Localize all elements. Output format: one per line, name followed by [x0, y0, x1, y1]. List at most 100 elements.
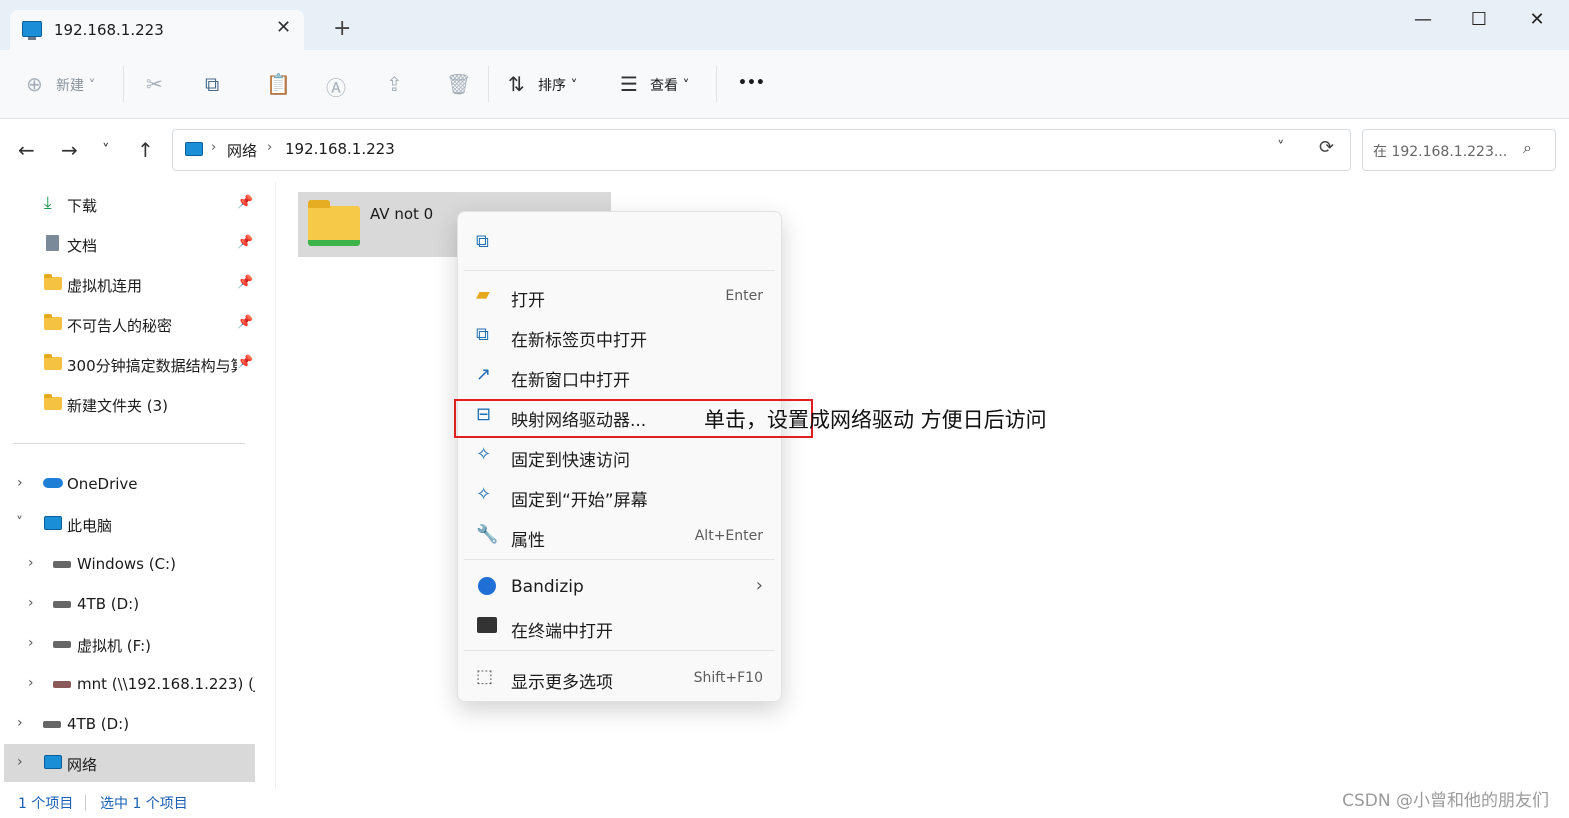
- menu-item-open-terminal[interactable]: 在终端中打开: [458, 606, 781, 646]
- drive-icon: [43, 721, 61, 728]
- menu-item-pin-quick-access[interactable]: ✧ 固定到快速访问: [458, 435, 781, 475]
- chevron-right-icon[interactable]: ›: [17, 715, 23, 731]
- sidebar-item-documents[interactable]: 文档 📌: [0, 225, 260, 263]
- more-button[interactable]: •••: [738, 75, 765, 91]
- chevron-right-icon[interactable]: ›: [17, 475, 23, 491]
- sidebar-item-network[interactable]: › 网络: [4, 744, 255, 782]
- new-tab-icon: ⧉: [476, 324, 489, 345]
- menu-item-bandizip[interactable]: Bandizip ›: [458, 566, 781, 606]
- cut-icon[interactable]: ✂: [146, 72, 163, 96]
- pin-icon[interactable]: 📌: [237, 275, 253, 290]
- sidebar-item-drive-c[interactable]: › Windows (C:): [0, 545, 260, 583]
- sidebar-item-downloads[interactable]: ⤓ 下载 📌: [0, 185, 260, 223]
- menu-item-open-new-window[interactable]: ↗ 在新窗口中打开: [458, 355, 781, 395]
- menu-item-open-new-tab[interactable]: ⧉ 在新标签页中打开: [458, 315, 781, 355]
- drive-icon: [53, 561, 71, 568]
- refresh-icon[interactable]: ⟳: [1319, 137, 1334, 158]
- pin-icon[interactable]: 📌: [237, 355, 253, 370]
- sidebar-item-label: 新建文件夹 (3): [67, 397, 169, 415]
- tab-title: 192.168.1.223: [54, 21, 164, 39]
- new-label: 新建: [56, 78, 84, 94]
- forward-icon[interactable]: →: [61, 138, 78, 162]
- copy-icon[interactable]: ⧉: [205, 72, 219, 96]
- menu-divider: [464, 559, 775, 560]
- pin-icon[interactable]: 📌: [237, 315, 253, 330]
- chevron-right-icon[interactable]: ›: [28, 635, 34, 651]
- view-button[interactable]: 查看 ˅: [650, 75, 689, 95]
- sort-button[interactable]: 排序 ˅: [538, 75, 577, 95]
- sidebar-item-label: 此电脑: [67, 517, 113, 535]
- breadcrumb-host[interactable]: 192.168.1.223: [285, 140, 395, 158]
- sidebar-item-label: 4TB (D:): [77, 595, 140, 613]
- pin-icon[interactable]: 📌: [237, 195, 253, 210]
- menu-item-open[interactable]: ▰ 打开 Enter: [458, 275, 781, 315]
- sidebar-item-label: 虚拟机连用: [67, 277, 143, 295]
- sidebar-item-drive-d-2[interactable]: › 4TB (D:): [0, 705, 260, 743]
- rename-icon[interactable]: Ⓐ: [326, 72, 346, 101]
- menu-item-label: 在新窗口中打开: [511, 371, 630, 391]
- paste-icon[interactable]: 📋: [266, 72, 291, 96]
- maximize-button[interactable]: ☐: [1464, 9, 1494, 30]
- toolbar-divider: [716, 66, 717, 102]
- up-icon[interactable]: ↑: [137, 138, 154, 162]
- tab-close-button[interactable]: ✕: [276, 17, 291, 38]
- wrench-icon: 🔧: [476, 524, 499, 545]
- sidebar-divider: [13, 443, 245, 444]
- minimize-button[interactable]: —: [1408, 9, 1438, 30]
- search-box[interactable]: 在 192.168.1.223... ⌕: [1362, 129, 1556, 171]
- sidebar-item-drive-d[interactable]: › 4TB (D:): [0, 585, 260, 623]
- menu-item-show-more-options[interactable]: ⬚ 显示更多选项 Shift+F10: [458, 657, 781, 697]
- delete-icon[interactable]: 🗑: [446, 72, 471, 96]
- chevron-right-icon: ›: [267, 140, 273, 155]
- chevron-right-icon[interactable]: ›: [17, 754, 23, 770]
- folder-icon: [44, 354, 62, 370]
- menu-item-shortcut: Enter: [725, 288, 763, 304]
- folder-icon: [44, 314, 62, 330]
- copy-icon[interactable]: ⧉: [476, 231, 489, 252]
- sidebar-item-network-drive[interactable]: › mnt (\\192.168.1.223) (J:): [0, 665, 260, 703]
- selected-count: 选中 1 个项目: [100, 796, 188, 812]
- sidebar-item-label: mnt (\\192.168.1.223) (J:): [77, 675, 255, 693]
- menu-item-shortcut: Alt+Enter: [694, 528, 763, 544]
- sidebar-item-this-pc[interactable]: ˅ 此电脑: [0, 505, 260, 543]
- new-button[interactable]: 新建 ˅: [56, 75, 95, 95]
- drive-icon: [53, 641, 71, 648]
- sidebar-item-drive-f[interactable]: › 虚拟机 (F:): [0, 625, 260, 663]
- menu-item-properties[interactable]: 🔧 属性 Alt+Enter: [458, 515, 781, 555]
- chevron-right-icon[interactable]: ›: [28, 555, 34, 571]
- folder-name: AV not 0: [370, 205, 434, 223]
- sidebar-item-folder[interactable]: 不可告人的秘密 📌: [0, 305, 260, 343]
- pin-icon: ✧: [476, 444, 492, 465]
- recent-chevron-down-icon[interactable]: ˅: [102, 141, 110, 159]
- sidebar-item-folder[interactable]: 虚拟机连用 📌: [0, 265, 260, 303]
- close-button[interactable]: ✕: [1522, 9, 1552, 30]
- pc-icon: [185, 142, 203, 156]
- share-icon[interactable]: ⇪: [386, 72, 403, 96]
- sidebar-item-label: 文档: [67, 237, 98, 255]
- chevron-down-icon[interactable]: ˅: [16, 515, 23, 531]
- menu-item-label: 属性: [511, 531, 545, 551]
- sidebar-item-label: OneDrive: [67, 475, 138, 493]
- tab-active[interactable]: 192.168.1.223 ✕: [10, 10, 304, 50]
- search-input[interactable]: 在 192.168.1.223...: [1373, 141, 1507, 161]
- back-icon[interactable]: ←: [18, 138, 35, 162]
- network-drive-icon: [53, 681, 71, 688]
- sidebar-item-onedrive[interactable]: › OneDrive: [0, 465, 260, 503]
- view-label: 查看: [650, 78, 678, 94]
- breadcrumb-network[interactable]: 网络: [227, 140, 257, 161]
- folder-open-icon: ▰: [476, 284, 490, 305]
- item-count: 1 个项目: [18, 796, 74, 812]
- address-chevron-down-icon[interactable]: ˅: [1277, 138, 1285, 156]
- chevron-right-icon[interactable]: ›: [28, 675, 34, 691]
- menu-divider: [464, 650, 775, 651]
- search-icon[interactable]: ⌕: [1523, 138, 1532, 158]
- sidebar-item-folder[interactable]: 新建文件夹 (3): [0, 385, 260, 423]
- sidebar-item-folder[interactable]: 300分钟搞定数据结构与算 📌: [0, 345, 260, 383]
- menu-item-pin-start[interactable]: ✧ 固定到“开始”屏幕: [458, 475, 781, 515]
- pin-icon[interactable]: 📌: [237, 235, 253, 250]
- folder-icon: [44, 394, 62, 410]
- new-tab-button[interactable]: +: [333, 18, 351, 40]
- address-bar[interactable]: › 网络 › 192.168.1.223 ˅ ⟳: [172, 129, 1351, 171]
- chevron-right-icon[interactable]: ›: [28, 595, 34, 611]
- cloud-icon: [43, 478, 63, 488]
